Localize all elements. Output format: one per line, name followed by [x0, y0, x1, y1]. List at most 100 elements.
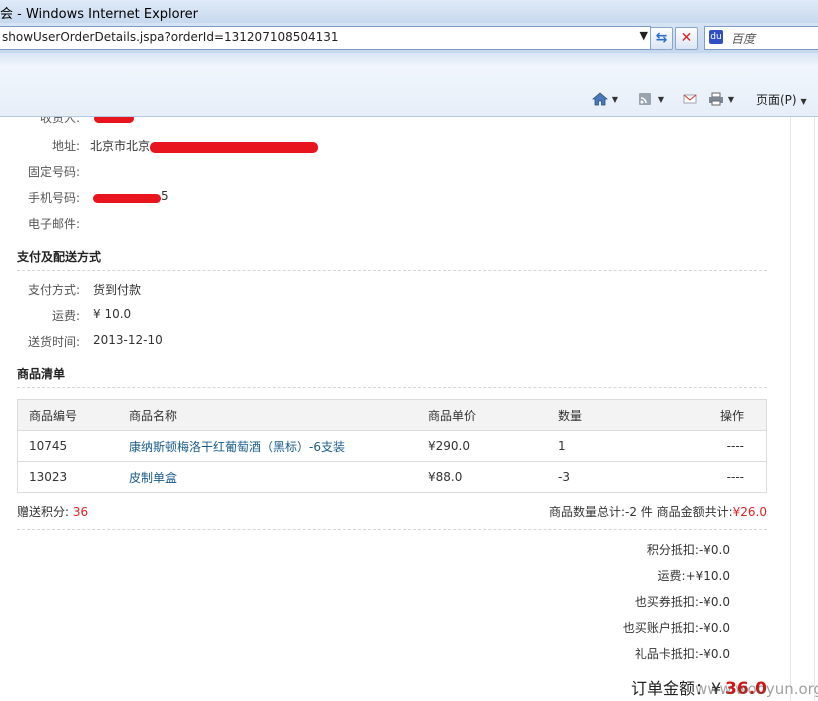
deduction-label: 礼品卡抵扣:	[634, 647, 699, 661]
search-box[interactable]: du 百度	[704, 26, 818, 50]
phone-label: 固定号码:	[27, 165, 80, 179]
email-label: 电子邮件:	[27, 217, 80, 231]
page-menu-button[interactable]: 页面(P) ▼	[756, 91, 807, 108]
quantity: -3	[558, 470, 570, 484]
print-button[interactable]: ▼	[708, 91, 734, 106]
scrollbar-edge	[814, 117, 815, 701]
header-product-name: 商品名称	[129, 408, 178, 423]
quantity: 1	[558, 439, 566, 453]
address-value: 北京市北京	[90, 139, 151, 153]
redaction-mark	[150, 142, 318, 153]
product-link[interactable]: 皮制单盒	[129, 471, 177, 485]
payment-method-label: 支付方式:	[27, 283, 80, 297]
deduction-account: 也买账户抵扣:-¥0.0	[623, 619, 730, 636]
window-title: 会 - Windows Internet Explorer	[0, 7, 198, 22]
item-count-value: -2 件	[624, 505, 653, 519]
stop-icon[interactable]: ✕	[675, 27, 698, 50]
delivery-time-row: 送货时间: 2013-12-10	[0, 333, 300, 351]
deductions-list: 积分抵扣:-¥0.0 运费:+¥10.0 也买券抵扣:-¥0.0 也买账户抵扣:…	[470, 541, 730, 691]
header-quantity: 数量	[558, 408, 583, 423]
deduction-freight: 运费:+¥10.0	[658, 567, 730, 584]
chevron-down-icon[interactable]: ▼	[612, 95, 618, 104]
deduction-points: 积分抵扣:-¥0.0	[647, 541, 730, 558]
bonus-points-value: 36	[72, 505, 89, 519]
watermark: www.wooyun.org	[695, 680, 818, 698]
window-titlebar: 会 - Windows Internet Explorer	[0, 0, 818, 23]
header-actions: 操作	[719, 408, 744, 423]
bonus-points: 赠送积分: 36	[17, 503, 88, 520]
freight-value: ¥ 10.0	[93, 307, 132, 321]
scrollbar[interactable]	[790, 117, 818, 701]
page-content: 收货人: 地址: 北京市北京 固定号码: 手机号码: 5 电子邮件: 支付及配送…	[0, 117, 790, 701]
freight-label: 运费:	[51, 309, 80, 323]
mail-button[interactable]	[682, 91, 698, 106]
deduction-giftcard: 礼品卡抵扣:-¥0.0	[635, 645, 730, 662]
deduction-label: 运费:	[657, 569, 686, 583]
mobile-value: 5	[161, 189, 169, 203]
chevron-down-icon[interactable]: ▼	[658, 95, 664, 104]
address-row: showUserOrderDetails.jspa?orderId=131207…	[0, 23, 818, 53]
item-amount-value: ¥26.0	[732, 505, 767, 519]
page-menu-label: 页面(P)	[756, 93, 797, 107]
table-header-row: 商品编号 商品名称 商品单价 数量 操作	[17, 399, 767, 431]
delivery-time-label: 送货时间:	[27, 335, 80, 349]
item-count-label: 商品数量总计:	[548, 505, 625, 519]
printer-icon	[709, 92, 723, 105]
scrollbar-edge	[790, 117, 791, 701]
deduction-label: 也买账户抵扣:	[622, 621, 699, 635]
product-id: 13023	[29, 470, 68, 484]
redaction-mark	[93, 194, 161, 203]
mail-icon	[683, 94, 697, 103]
refresh-icon[interactable]: ⇆	[650, 27, 673, 50]
address-bar[interactable]: showUserOrderDetails.jspa?orderId=131207…	[0, 26, 651, 50]
feeds-button[interactable]: ▼	[638, 91, 664, 106]
home-icon	[592, 91, 608, 105]
mobile-row: 手机号码: 5	[0, 189, 300, 207]
table-row: 10745 康纳斯顿梅洛干红葡萄酒（黑标）-6支装 ¥290.0 1 ----	[17, 430, 767, 462]
home-button[interactable]: ▼	[592, 91, 618, 106]
product-id: 10745	[29, 439, 68, 453]
header-product-id: 商品编号	[29, 408, 78, 423]
bonus-points-label: 赠送积分:	[17, 505, 70, 519]
command-bar: ▼ ▼ ▼ 页面(P) ▼	[590, 89, 818, 111]
section-divider	[17, 387, 767, 388]
unit-price: ¥88.0	[428, 470, 463, 484]
mobile-label: 手机号码:	[27, 191, 80, 205]
deduction-label: 也买券抵扣:	[634, 595, 699, 609]
freight-row: 运费: ¥ 10.0	[0, 307, 300, 325]
table-row: 13023 皮制单盒 ¥88.0 -3 ----	[17, 461, 767, 493]
item-amount-label: 商品金额共计:	[656, 505, 733, 519]
row-action: ----	[726, 470, 744, 484]
items-summary: 商品数量总计:-2 件 商品金额共计:¥26.0	[549, 503, 767, 520]
deduction-value: -¥0.0	[698, 543, 730, 557]
section-divider	[17, 529, 767, 530]
product-link[interactable]: 康纳斯顿梅洛干红葡萄酒（黑标）-6支装	[129, 440, 345, 454]
header-unit-price: 商品单价	[428, 408, 477, 423]
delivery-time-value: 2013-12-10	[93, 333, 163, 347]
deduction-value: -¥0.0	[698, 647, 730, 661]
receiver-label: 收货人:	[39, 117, 80, 125]
items-section-title: 商品清单	[17, 367, 66, 381]
deduction-coupon: 也买券抵扣:-¥0.0	[635, 593, 730, 610]
payment-method-value: 货到付款	[93, 283, 142, 297]
address-label: 地址:	[51, 139, 80, 153]
items-table: 商品编号 商品名称 商品单价 数量 操作 10745 康纳斯顿梅洛干红葡萄酒（黑…	[17, 399, 767, 493]
section-divider	[17, 270, 767, 271]
search-engine-icon[interactable]: du	[709, 30, 723, 44]
chevron-down-icon[interactable]: ▼	[800, 97, 806, 106]
payment-section-title: 支付及配送方式	[17, 250, 102, 264]
payment-method-row: 支付方式: 货到付款	[0, 281, 300, 299]
tab-band	[0, 53, 818, 65]
unit-price: ¥290.0	[428, 439, 470, 453]
search-placeholder: 百度	[731, 32, 756, 46]
deduction-value: -¥0.0	[698, 621, 730, 635]
address-dropdown-icon[interactable]: ▼	[640, 29, 648, 42]
address-url[interactable]: showUserOrderDetails.jspa?orderId=131207…	[2, 30, 339, 44]
chevron-down-icon[interactable]: ▼	[728, 95, 734, 104]
redaction-mark	[94, 117, 134, 123]
deduction-value: +¥10.0	[685, 569, 730, 583]
email-row: 电子邮件:	[0, 215, 300, 233]
command-row: ▼ ▼ ▼ 页面(P) ▼	[0, 53, 818, 117]
address-row: 地址: 北京市北京	[0, 137, 400, 155]
feed-icon	[639, 92, 651, 105]
